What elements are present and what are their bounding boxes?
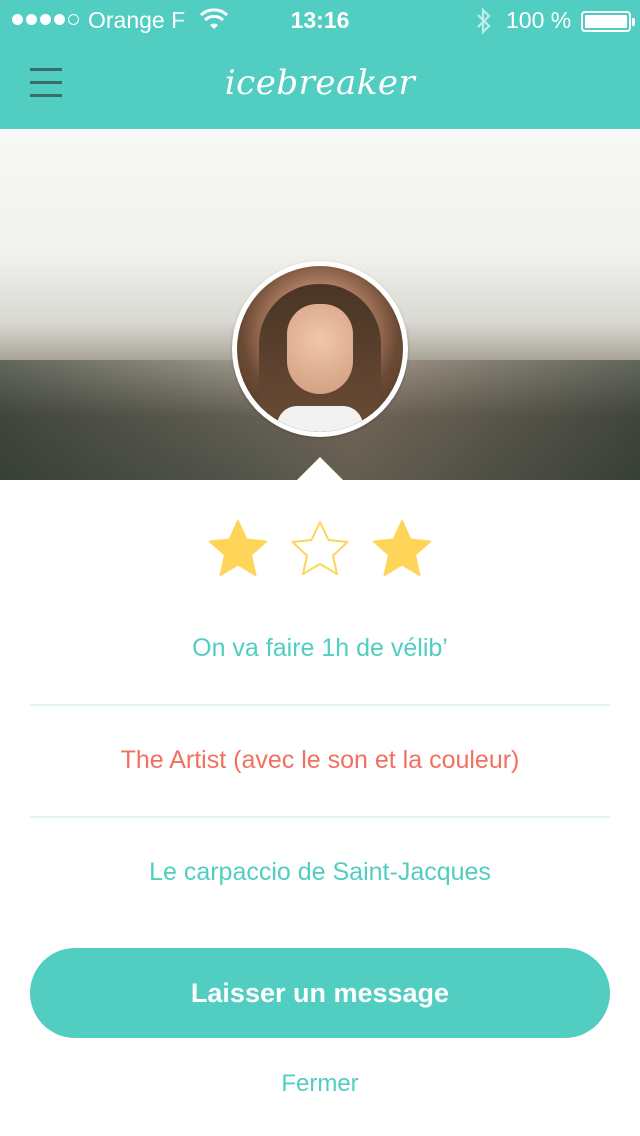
status-bar: Orange F 13:16 100 %: [0, 0, 640, 40]
star-filled-icon[interactable]: [207, 518, 269, 580]
header: Orange F 13:16 100 % icebreaker: [0, 0, 640, 129]
star-outline-icon[interactable]: [289, 518, 351, 580]
pointer-notch: [296, 457, 344, 481]
avatar[interactable]: [232, 261, 408, 437]
bluetooth-icon: [477, 7, 491, 35]
leave-message-button[interactable]: Laisser un message: [30, 948, 610, 1038]
divider: [30, 816, 610, 818]
divider: [30, 704, 610, 706]
answer-2: The Artist (avec le son et la couleur): [120, 746, 520, 774]
star-rating: [0, 518, 640, 580]
answer-3: Le carpaccio de Saint-Jacques: [149, 858, 491, 886]
answer-1: On va faire 1h de vélib’: [192, 634, 448, 662]
star-filled-icon[interactable]: [371, 518, 433, 580]
profile-banner: [0, 129, 640, 480]
close-button[interactable]: Fermer: [0, 1070, 640, 1098]
battery-percentage: 100 %: [506, 7, 572, 33]
app-title: icebreaker: [224, 63, 416, 103]
battery-icon: [581, 11, 635, 32]
profile-photo: [237, 266, 403, 432]
